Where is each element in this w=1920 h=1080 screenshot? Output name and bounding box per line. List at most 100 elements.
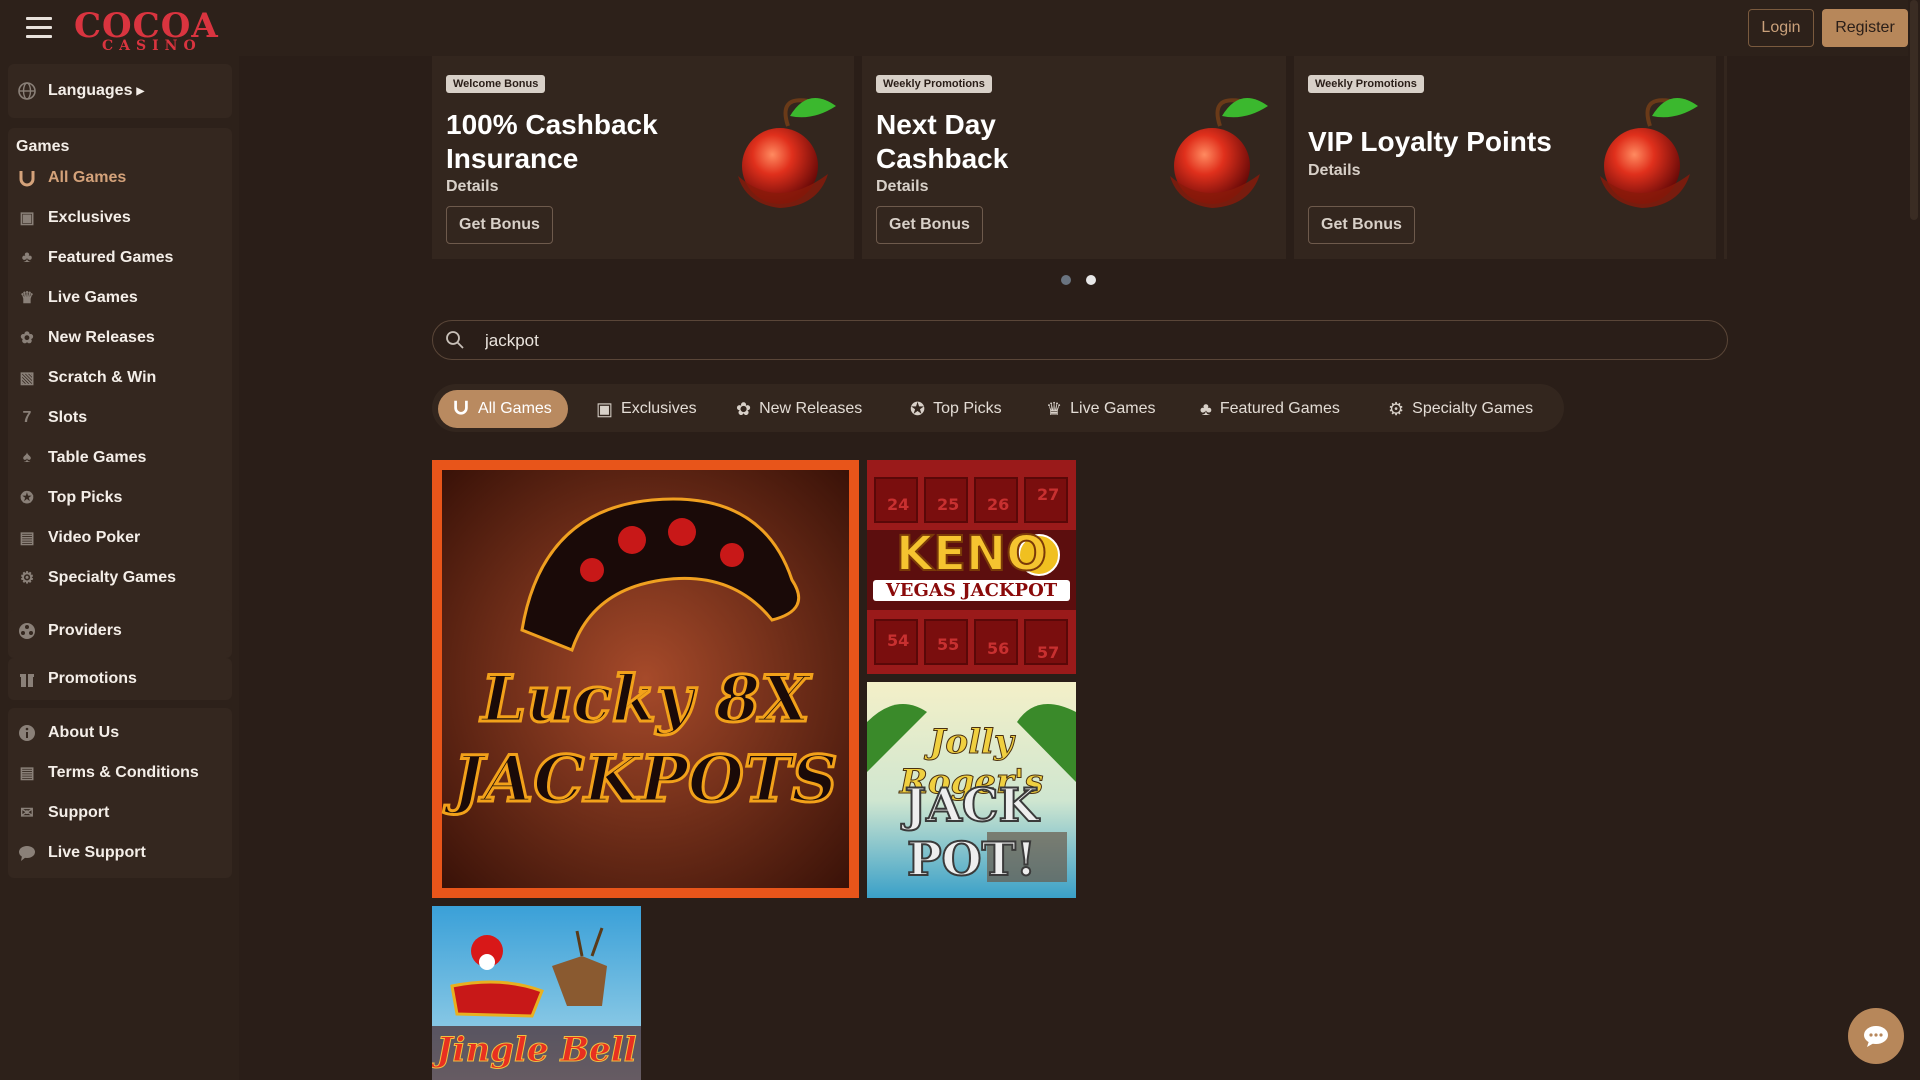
sidebar-item-providers[interactable]: Providers [8,613,232,649]
tab-top-picks[interactable]: ✪ Top Picks [896,390,1016,428]
svg-text:56: 56 [987,639,1009,658]
tab-label: Live Games [1070,400,1156,417]
game-title-line: JACKPOTS [452,741,839,819]
carousel-dot-1[interactable] [1061,275,1071,285]
sidebar-item-support[interactable]: ✉ Support [8,795,232,831]
tab-label: Specialty Games [1412,400,1534,417]
sidebar-item-languages[interactable]: Languages ▶ [8,73,232,109]
sidebar-item-table-games[interactable]: ♠ Table Games [8,440,232,476]
game-title-art: KENO [895,525,1048,583]
search-bar [432,320,1728,360]
promo-title: Next Day Cashback [876,109,1009,174]
globe-icon [16,80,38,102]
languages-group: Languages ▶ [8,64,232,118]
sidebar-item-label: Live Games [48,289,138,306]
promo-badge: Weekly Promotions [1308,75,1424,93]
game-tile-jingle-bell[interactable]: Jingle Bell [432,906,641,1080]
sidebar-item-featured-games[interactable]: ♣ Featured Games [8,240,232,276]
sidebar-item-label: Slots [48,409,88,426]
svg-text:57: 57 [1037,643,1059,662]
info-icon [16,722,38,744]
sidebar-item-top-picks[interactable]: ✪ Top Picks [8,480,232,516]
promo-card-next-day[interactable]: Weekly Promotions Next Day Cashback Deta… [862,56,1286,259]
tab-live-games[interactable]: ♛ Live Games [1032,390,1170,428]
tab-new-releases[interactable]: ✿ New Releases [722,390,876,428]
tab-exclusives[interactable]: ▣ Exclusives [582,390,711,428]
cherry-icon [1170,98,1268,208]
sidebar-item-exclusives[interactable]: ▣ Exclusives [8,200,232,236]
scratch-card-icon: ▧ [19,370,35,387]
promo-card-welcome[interactable]: Welcome Bonus 100% Cashback Insurance De… [432,56,854,259]
gear-icon: ⚙ [1388,398,1405,419]
promo-details-link[interactable]: Details [446,178,498,196]
game-tile-keno-vegas-jackpot[interactable]: 24 25 26 27 54 55 56 57 KENO VEGAS JACKPOT [867,460,1076,674]
carousel-dot-2[interactable] [1086,275,1096,285]
sidebar-item-label: Promotions [48,670,137,687]
page-scrollbar[interactable] [1908,0,1920,1080]
exclusive-icon: ▣ [596,398,614,419]
mail-icon: ✉ [20,805,34,822]
game-subtitle-art: VEGAS JACKPOT [873,580,1070,601]
sidebar-item-terms[interactable]: ▤ Terms & Conditions [8,755,232,791]
caret-right-icon: ▶ [136,85,145,97]
scrollbar-thumb[interactable] [1910,0,1918,220]
svg-text:26: 26 [987,495,1009,514]
game-title-art: Jingle Bell [436,1030,637,1071]
login-button[interactable]: Login [1748,9,1814,47]
game-tile-jolly-rogers-jackpot[interactable]: Jolly Roger's JACK POT! [867,682,1076,898]
sidebar-item-live-support[interactable]: Live Support [8,835,232,871]
promo-card-vip[interactable]: Weekly Promotions VIP Loyalty Points Det… [1294,56,1716,259]
tab-label: New Releases [759,400,863,417]
exclusive-icon: ▣ [19,210,35,227]
game-title-line: Lucky 8X [480,661,812,739]
sidebar-item-new-releases[interactable]: ✿ New Releases [8,320,232,356]
sidebar-item-scratch-win[interactable]: ▧ Scratch & Win [8,360,232,396]
svg-text:24: 24 [887,495,909,514]
tab-all-games[interactable]: All Games [438,390,568,428]
svg-text:55: 55 [937,635,959,654]
search-icon [446,331,464,349]
sidebar-item-about-us[interactable]: About Us [8,715,232,751]
get-bonus-button[interactable]: Get Bonus [446,206,553,244]
menu-icon[interactable] [26,17,52,38]
horseshoe-icon [452,398,470,421]
promo-details-link[interactable]: Details [876,178,928,196]
get-bonus-button[interactable]: Get Bonus [1308,206,1415,244]
document-icon: ▤ [19,765,35,782]
sidebar-item-label: Table Games [48,449,147,466]
sidebar-item-label: Video Poker [48,529,141,546]
providers-icon [16,620,38,642]
svg-text:25: 25 [937,495,959,514]
sidebar-item-label: Languages [48,82,133,99]
sidebar-item-label: Featured Games [48,249,174,266]
sidebar-item-slots[interactable]: 7 Slots [8,400,232,436]
promotions-group: Promotions [8,658,232,700]
tab-featured-games[interactable]: ♣ Featured Games [1186,390,1354,428]
sidebar-item-specialty-games[interactable]: ⚙ Specialty Games [8,560,232,596]
search-input[interactable] [483,329,1687,353]
sidebar-item-video-poker[interactable]: ▤ Video Poker [8,520,232,556]
game-tile-lucky-8x-jackpots[interactable]: Lucky 8X JACKPOTS [432,460,859,898]
cherry-icon [1600,98,1698,208]
sidebar-item-all-games[interactable]: All Games [8,160,232,196]
promo-details-link[interactable]: Details [1308,162,1360,180]
live-dealer-icon: ♛ [19,290,35,307]
sidebar-item-promotions[interactable]: Promotions [8,661,232,697]
tab-specialty-games[interactable]: ⚙ Specialty Games [1374,390,1547,428]
cocoa-casino-logo[interactable]: COCOA CASINO [74,2,218,54]
next-promo-edge [1724,56,1727,259]
promo-badge: Weekly Promotions [876,75,992,93]
svg-text:27: 27 [1037,485,1059,504]
cards-icon: ♠ [22,449,32,466]
chat-icon [16,842,38,864]
sidebar-item-live-games[interactable]: ♛ Live Games [8,280,232,316]
get-bonus-button[interactable]: Get Bonus [876,206,983,244]
live-chat-button[interactable] [1848,1008,1904,1064]
sidebar-item-label: Support [48,804,110,821]
register-button[interactable]: Register [1822,9,1908,47]
sidebar-item-label: Top Picks [48,489,123,506]
sidebar-item-label: About Us [48,724,120,741]
chat-bubble-icon [1864,1026,1888,1047]
tab-label: All Games [478,400,552,417]
sidebar-item-label: Terms & Conditions [48,764,199,781]
